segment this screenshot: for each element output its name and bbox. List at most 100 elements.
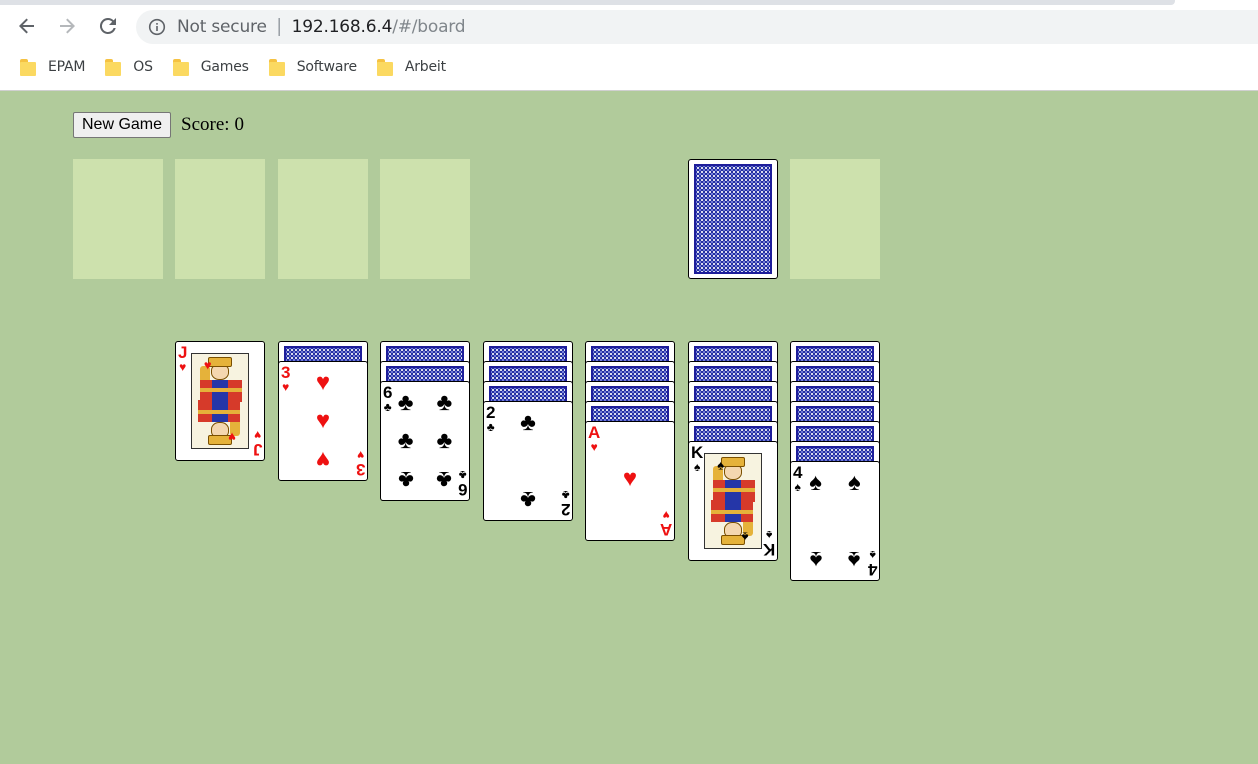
card-corner-index: 4 ♠ [793, 464, 802, 493]
card-rank: 2 [486, 403, 496, 422]
foundation-slot-1[interactable] [73, 159, 163, 279]
card-suit-pip: ♠ [847, 545, 861, 573]
card-suit-pip: ♠ [847, 469, 861, 497]
folder-icon [105, 58, 122, 76]
face-up-card[interactable]: 4 ♠ 4 ♠ ♠ ♠ ♠ ♠ [790, 461, 880, 581]
face-up-card[interactable]: 6 ♣ 6 ♣ ♣ ♣ ♣ ♣ ♣ ♣ [380, 381, 470, 501]
card-suit-pip: ♥ [315, 445, 331, 473]
card-suit-pip: ♥ [315, 369, 331, 397]
card-suit-pip: ♥ [622, 464, 638, 492]
court-figure-king: ♠ ♠ [704, 453, 762, 549]
card-suit-icon: ♣ [486, 420, 495, 434]
url-separator: | [276, 16, 282, 37]
tab-strip [0, 0, 1175, 5]
card-suit-pip: ♥ [228, 429, 237, 445]
face-up-card[interactable]: A ♥ A ♥ ♥ [585, 421, 675, 541]
foundation-slot-4[interactable] [380, 159, 470, 279]
card-rank: 6 [383, 383, 393, 402]
card-suit-pip: ♠ [717, 457, 725, 473]
card-suit-icon: ♣ [383, 400, 392, 414]
card-suit-pip: ♥ [315, 407, 331, 434]
stock-pile[interactable] [688, 159, 778, 279]
card-rank: 2 [560, 500, 570, 519]
card-corner-index: 6 ♣ [383, 384, 392, 413]
forward-button[interactable] [52, 11, 82, 41]
folder-icon [172, 58, 189, 76]
card-suit-icon: ♥ [282, 380, 290, 394]
foundation-slot-3[interactable] [278, 159, 368, 279]
bookmark-os[interactable]: OS [99, 53, 159, 81]
card-suit-icon: ♣ [561, 488, 570, 502]
bookmark-epam[interactable]: EPAM [14, 53, 91, 81]
bookmark-software[interactable]: Software [263, 53, 363, 81]
court-figure-jack: ♥ ♥ [191, 353, 249, 449]
bookmark-games[interactable]: Games [167, 53, 255, 81]
face-up-card[interactable]: K ♠ K ♠ ♠ ♠ [688, 441, 778, 561]
card-suit-pip: ♥ [203, 357, 212, 373]
card-suit-pip: ♣ [520, 485, 536, 513]
card-rank: J [252, 440, 262, 459]
reload-icon [99, 17, 116, 34]
info-icon[interactable] [148, 18, 166, 36]
card-rank: A [588, 423, 601, 442]
card-corner-index: A ♥ [660, 508, 672, 539]
card-suit-pip: ♣ [436, 389, 453, 417]
face-up-card[interactable]: 3 ♥ 3 ♥ ♥ ♥ ♥ [278, 361, 368, 481]
bookmark-label: Software [296, 59, 357, 75]
arrow-right-icon [60, 18, 75, 34]
card-suit-icon: ♥ [662, 508, 670, 522]
card-back-pattern [694, 164, 772, 274]
score-display: Score: 0 [181, 114, 244, 136]
card-rank: 4 [867, 560, 877, 579]
security-status: Not secure [177, 17, 267, 37]
card-rank: 3 [281, 363, 291, 382]
folder-icon [376, 58, 393, 76]
new-game-button[interactable]: New Game [73, 112, 172, 138]
bookmarks-bar: EPAM OS Games Software Arbeit [0, 52, 460, 82]
waste-slot[interactable] [790, 159, 880, 279]
foundation-slot-2[interactable] [175, 159, 265, 279]
bookmark-label: OS [133, 59, 153, 75]
card-suit-icon: ♣ [458, 468, 467, 482]
folder-icon [268, 58, 285, 76]
url-host: 192.168.6.4 [291, 17, 393, 37]
card-suit-icon: ♠ [794, 480, 801, 494]
card-suit-pip: ♣ [520, 409, 536, 437]
address-bar[interactable]: Not secure | 192.168.6.4/#/board [136, 10, 1258, 44]
face-up-card[interactable]: 2 ♣ 2 ♣ ♣ ♣ [483, 401, 573, 521]
card-corner-index: K ♠ [762, 528, 775, 559]
card-rank: K [691, 443, 704, 462]
card-rank: 3 [355, 460, 365, 479]
card-rank: 4 [793, 463, 803, 482]
card-suit-icon: ♠ [693, 460, 701, 474]
card-rank: J [178, 343, 188, 362]
card-corner-index: 2 ♣ [486, 404, 495, 433]
bookmark-arbeit[interactable]: Arbeit [371, 53, 452, 81]
folder-icon [20, 58, 36, 76]
card-suit-icon: ♥ [356, 448, 364, 462]
card-rank: K [762, 540, 775, 559]
back-button[interactable] [12, 11, 42, 41]
card-suit-pip: ♣ [397, 427, 414, 454]
card-suit-pip: ♣ [397, 389, 414, 417]
arrow-left-icon [19, 18, 34, 34]
browser-chrome: Not secure | 192.168.6.4/#/board EPAM OS… [0, 0, 1258, 91]
bookmark-label: EPAM [48, 59, 86, 75]
url-path: /#/board [392, 17, 466, 37]
card-suit-pip: ♣ [397, 465, 414, 493]
card-suit-icon: ♥ [590, 440, 598, 454]
card-corner-index: A ♥ [588, 424, 600, 453]
bookmark-label: Games [200, 59, 249, 75]
card-rank: 6 [457, 480, 467, 499]
face-up-card[interactable]: J ♥ J ♥ ♥ ♥ [175, 341, 265, 461]
card-corner-index: 6 ♣ [457, 468, 467, 499]
card-suit-icon: ♥ [179, 360, 187, 374]
card-suit-pip: ♠ [809, 469, 822, 497]
card-corner-index: 2 ♣ [560, 488, 570, 519]
card-suit-icon: ♥ [253, 428, 261, 442]
reload-button[interactable] [93, 11, 123, 41]
score-label: Score: [181, 114, 230, 135]
card-corner-index: 4 ♠ [867, 548, 877, 579]
card-suit-pip: ♣ [436, 427, 453, 454]
bookmark-label: Arbeit [404, 59, 446, 75]
